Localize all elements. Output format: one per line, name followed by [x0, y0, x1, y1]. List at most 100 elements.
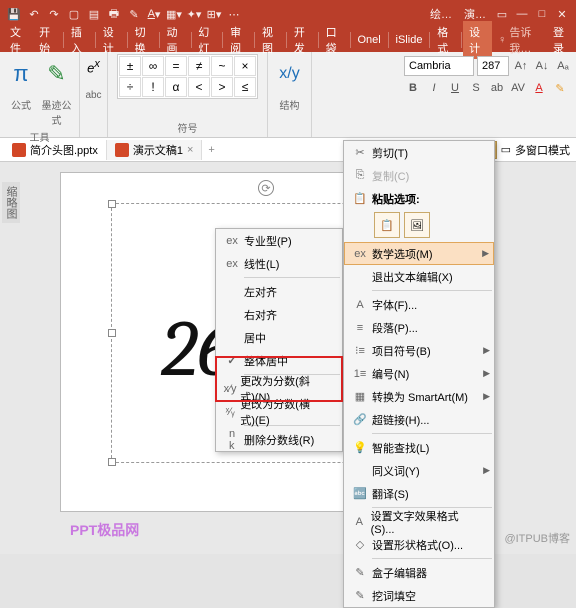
sym-lte[interactable]: ≤	[234, 77, 256, 97]
rotate-handle-icon[interactable]: ⟳	[258, 180, 274, 196]
brush-icon[interactable]: ✎	[125, 5, 143, 23]
menu-delete-frac-line[interactable]: nk删除分数线(R)	[216, 428, 342, 451]
maximize-icon[interactable]: □	[533, 5, 551, 23]
sym-plusminus[interactable]: ±	[119, 56, 141, 76]
sym-alpha[interactable]: α	[165, 77, 187, 97]
sym-gt[interactable]: >	[211, 77, 233, 97]
menu-cut[interactable]: ✂剪切(T)	[344, 141, 494, 164]
menu-smartart[interactable]: ▦转换为 SmartArt(M)▶	[344, 385, 494, 408]
sym-div[interactable]: ÷	[119, 77, 141, 97]
menu-align-center[interactable]: 居中	[216, 326, 342, 349]
menu-paragraph[interactable]: ≡段落(P)...	[344, 316, 494, 339]
menu-linear[interactable]: ex线性(L)	[216, 252, 342, 275]
undo-icon[interactable]: ↶	[25, 5, 43, 23]
bold-button[interactable]: B	[404, 79, 422, 97]
sym-neq[interactable]: ≠	[188, 56, 210, 76]
menu-translate[interactable]: 🔤翻译(S)	[344, 482, 494, 505]
doctab-1[interactable]: 简介头图.pptx	[4, 140, 107, 160]
redo-icon[interactable]: ↷	[45, 5, 63, 23]
open-icon[interactable]: ▤	[85, 5, 103, 23]
sym-infinity[interactable]: ∞	[142, 56, 164, 76]
group-icon[interactable]: ⊞▾	[205, 5, 223, 23]
menu-professional[interactable]: ex专业型(P)	[216, 229, 342, 252]
menu-change-frac-horiz[interactable]: ˣ⁄ᵧ更改为分数(横式)(E)	[216, 400, 342, 423]
frac-horiz-icon: ˣ⁄ᵧ	[220, 406, 240, 418]
doctab-2[interactable]: 演示文稿1 ×	[107, 140, 203, 160]
clear-format-icon[interactable]: Aₐ	[554, 57, 572, 75]
menu-box-editor[interactable]: ✎盒子编辑器	[344, 561, 494, 584]
menu-hyperlink[interactable]: 🔗超链接(H)...	[344, 408, 494, 431]
paste-icon: 📋	[348, 192, 372, 205]
menu-shape-format[interactable]: ◇设置形状格式(O)...	[344, 533, 494, 556]
menu-fill-blank[interactable]: ✎挖词填空	[344, 584, 494, 607]
shadow-button[interactable]: ab	[488, 79, 506, 97]
decrease-font-icon[interactable]: A↓	[533, 57, 551, 75]
menu-numbering[interactable]: 1≡编号(N)▶	[344, 362, 494, 385]
fraction-struct-icon[interactable]: x/y	[273, 54, 307, 94]
fillblank-icon: ✎	[348, 589, 372, 602]
window-min-icon[interactable]: ▭	[493, 5, 511, 23]
highlight-box	[215, 356, 343, 402]
highlight-button[interactable]: ✎	[551, 79, 569, 97]
font-size-select[interactable]: 287	[477, 56, 509, 76]
paste-option-2[interactable]: 🖼	[404, 212, 430, 238]
multiwindow-icon[interactable]: ▭	[501, 143, 511, 156]
add-tab-button[interactable]: +	[202, 144, 220, 156]
italic-ex-icon[interactable]: ex	[87, 58, 100, 75]
ppt-file-icon	[115, 143, 129, 157]
ink-label: 墨迹公式	[38, 95, 75, 127]
spacing-button[interactable]: AV	[509, 79, 527, 97]
shapefmt-icon: ◇	[348, 538, 372, 551]
menu-copy[interactable]: ⎘复制(C)	[344, 164, 494, 187]
sym-lt[interactable]: <	[188, 77, 210, 97]
tab-islide[interactable]: iSlide	[390, 31, 429, 49]
new-icon[interactable]: ▢	[65, 5, 83, 23]
menu-align-left[interactable]: 左对齐	[216, 280, 342, 303]
menu-exit-text-edit[interactable]: 退出文本编辑(X)	[344, 265, 494, 288]
minimize-icon[interactable]: —	[513, 5, 531, 23]
title-text-2: 演…	[458, 6, 492, 22]
increase-font-icon[interactable]: A↑	[512, 57, 530, 75]
menu-smart-lookup[interactable]: 💡智能查找(L)	[344, 436, 494, 459]
thumbnail-panel-label[interactable]: 缩略图	[2, 182, 20, 223]
close-tab-icon[interactable]: ×	[187, 144, 193, 156]
resize-handle[interactable]	[108, 329, 116, 337]
print-icon[interactable]: 🖶	[105, 5, 123, 23]
strike-button[interactable]: S	[467, 79, 485, 97]
resize-handle[interactable]	[108, 458, 116, 466]
sym-eq[interactable]: =	[165, 56, 187, 76]
font-icon: A	[348, 299, 372, 311]
linear-icon: ex	[220, 258, 244, 270]
font-family-select[interactable]: Cambria	[404, 56, 474, 76]
menu-bullets[interactable]: ⁝≡项目符号(B)▶	[344, 339, 494, 362]
resize-handle[interactable]	[108, 200, 116, 208]
font-color-icon[interactable]: A▾	[145, 5, 163, 23]
menu-synonym[interactable]: 同义词(Y)▶	[344, 459, 494, 482]
more-icon[interactable]: ⋯	[225, 5, 243, 23]
close-icon[interactable]: ✕	[553, 5, 571, 23]
menu-align-right[interactable]: 右对齐	[216, 303, 342, 326]
paste-option-1[interactable]: 📋	[374, 212, 400, 238]
submenu-arrow-icon: ▶	[483, 465, 490, 476]
underline-button[interactable]: U	[446, 79, 464, 97]
tab-onel[interactable]: Onel	[352, 31, 387, 49]
magic-icon[interactable]: ✦▾	[185, 5, 203, 23]
layout-icon[interactable]: ▦▾	[165, 5, 183, 23]
link-icon: 🔗	[348, 413, 372, 426]
font-color-button[interactable]: A	[530, 79, 548, 97]
sym-excl[interactable]: !	[142, 77, 164, 97]
pro-icon: ex	[220, 235, 244, 247]
abc-label: abc	[85, 90, 101, 101]
menu-text-effect-format[interactable]: A设置文字效果格式(S)...	[344, 510, 494, 533]
menu-math-options[interactable]: ex数学选项(M)▶	[344, 242, 494, 265]
sym-times[interactable]: ×	[234, 56, 256, 76]
formula-icon[interactable]: π	[4, 54, 38, 94]
save-icon[interactable]: 💾	[5, 5, 23, 23]
sym-tilde[interactable]: ~	[211, 56, 233, 76]
texteffect-icon: A	[348, 516, 371, 528]
menu-font[interactable]: A字体(F)...	[344, 293, 494, 316]
symbols-group-label: 符号	[178, 118, 198, 135]
symbol-grid[interactable]: ± ∞ = ≠ ~ × ÷ ! α < > ≤	[117, 54, 258, 99]
ink-formula-icon[interactable]: ✎	[40, 54, 74, 94]
italic-button[interactable]: I	[425, 79, 443, 97]
